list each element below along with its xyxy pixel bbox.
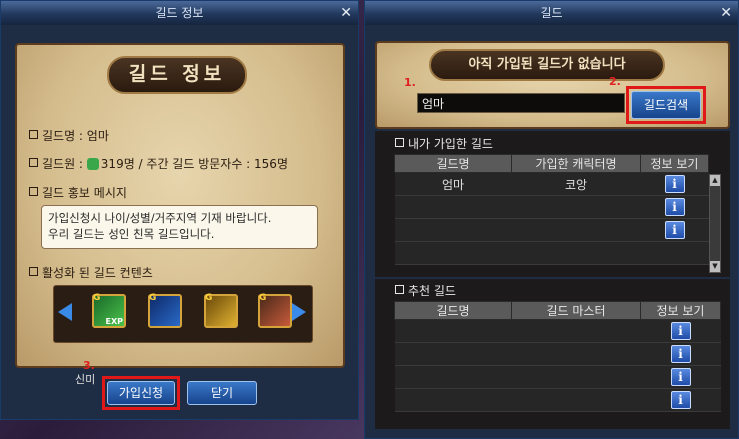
promo-label: 길드 홍보 메시지 [29, 184, 127, 201]
guild-name-cell [394, 365, 512, 389]
info-icon[interactable]: i [670, 391, 691, 409]
close-button[interactable]: 닫기 [187, 381, 257, 405]
recommended-guild-label: 추천 길드 [395, 282, 456, 299]
guild-name-cell [394, 319, 512, 343]
table-row[interactable]: i [394, 218, 709, 242]
info-icon[interactable]: i [670, 345, 691, 363]
column-header: 정보 보기 [640, 154, 709, 173]
table-row[interactable] [394, 241, 709, 265]
partial-text: 신미 [75, 373, 96, 386]
bullet-icon [29, 267, 38, 276]
table-row[interactable]: i [394, 195, 709, 219]
column-header: 길드명 [394, 154, 512, 173]
info-icon[interactable]: i [670, 368, 691, 386]
guild-search-input[interactable] [417, 93, 625, 113]
column-header: 길드명 [394, 301, 512, 320]
guild-name-line: 길드명 : 엄마 [29, 127, 109, 144]
active-content-label: 활성화 된 길드 컨텐츠 [29, 264, 153, 281]
recommended-guild-table: 길드명 길드 마스터 정보 보기 i i i i [394, 301, 721, 412]
joined-scrollbar[interactable]: ▲ ▼ [709, 174, 721, 273]
guild-info-panel: 길드 정보 길드명 : 엄마 길드원 : 319명 / 주간 길드 방문자수 :… [15, 43, 345, 368]
arrow-left-icon[interactable] [58, 303, 72, 321]
scroll-down-icon[interactable]: ▼ [710, 261, 720, 272]
window-title: 길드 정보 [155, 6, 204, 20]
guild-search-button[interactable]: 길드검색 [631, 91, 701, 119]
column-header: 가입한 캐릭터명 [511, 154, 641, 173]
status-banner: 아직 가입된 길드가 없습니다 [429, 49, 665, 81]
guild-name-cell [394, 241, 512, 265]
info-icon[interactable]: i [664, 221, 685, 239]
table-row[interactable]: i [394, 319, 721, 343]
info-icon[interactable]: i [664, 175, 685, 193]
table-row[interactable]: i [394, 365, 721, 389]
guild-master-cell [511, 342, 641, 366]
character-name-cell: 코앙 [511, 172, 641, 196]
guild-content-strip: G EXP G G G [53, 285, 313, 343]
guild-window: 길드 ✕ 아직 가입된 길드가 없습니다 1. 2. 길드검색 내가 가입한 길… [364, 0, 739, 439]
guild-members-line: 길드원 : 319명 / 주간 길드 방문자수 : 156명 [29, 155, 288, 172]
column-header: 정보 보기 [640, 301, 721, 320]
character-name-cell [511, 218, 641, 242]
window-titlebar[interactable]: 길드 정보 ✕ [1, 1, 358, 25]
exp-boost-icon[interactable]: G EXP [92, 293, 126, 328]
guild-name-cell [394, 195, 512, 219]
guild-name-cell: 엄마 [394, 172, 512, 196]
guild-info-window: 길드 정보 ✕ 길드 정보 길드명 : 엄마 길드원 : 319명 / 주간 길… [0, 0, 359, 420]
character-name-cell [511, 241, 641, 265]
arrow-right-icon[interactable] [292, 303, 306, 321]
guild-info-heading: 길드 정보 [107, 56, 247, 94]
table-row[interactable]: i [394, 342, 721, 366]
member-icon [86, 158, 99, 170]
bullet-icon [29, 187, 38, 196]
annotation-2: 2. [609, 75, 621, 88]
table-row[interactable]: i [394, 388, 721, 412]
guild-master-cell [511, 388, 641, 412]
annotation-1: 1. [404, 76, 416, 89]
guild-member-icon[interactable]: G [148, 293, 182, 328]
apply-button[interactable]: 가입신청 [107, 381, 175, 405]
close-icon[interactable]: ✕ [340, 1, 352, 25]
info-icon[interactable]: i [670, 322, 691, 340]
scroll-up-icon[interactable]: ▲ [710, 175, 720, 186]
table-row[interactable]: 엄마 코앙 i [394, 172, 709, 196]
guild-master-cell [511, 365, 641, 389]
bullet-icon [395, 138, 404, 147]
bullet-icon [29, 130, 38, 139]
character-name-cell [511, 195, 641, 219]
shop-delivery-icon[interactable]: G [258, 293, 292, 328]
bullet-icon [395, 285, 404, 294]
promo-message: 가입신청시 나이/성별/거주지역 기재 바랍니다. 우리 길드는 성인 친목 길… [41, 205, 318, 249]
guild-name-cell [394, 218, 512, 242]
info-icon[interactable]: i [664, 198, 685, 216]
guild-name-cell [394, 388, 512, 412]
golden-statue-icon[interactable]: G [204, 293, 238, 328]
bullet-icon [29, 158, 38, 167]
joined-guild-table: 길드명 가입한 캐릭터명 정보 보기 엄마 코앙 i i i [394, 154, 709, 265]
close-icon[interactable]: ✕ [720, 1, 732, 25]
guild-master-cell [511, 319, 641, 343]
joined-guild-label: 내가 가입한 길드 [395, 135, 493, 152]
column-header: 길드 마스터 [511, 301, 641, 320]
window-titlebar[interactable]: 길드 ✕ [365, 1, 738, 25]
guild-name-cell [394, 342, 512, 366]
window-title: 길드 [540, 6, 563, 20]
